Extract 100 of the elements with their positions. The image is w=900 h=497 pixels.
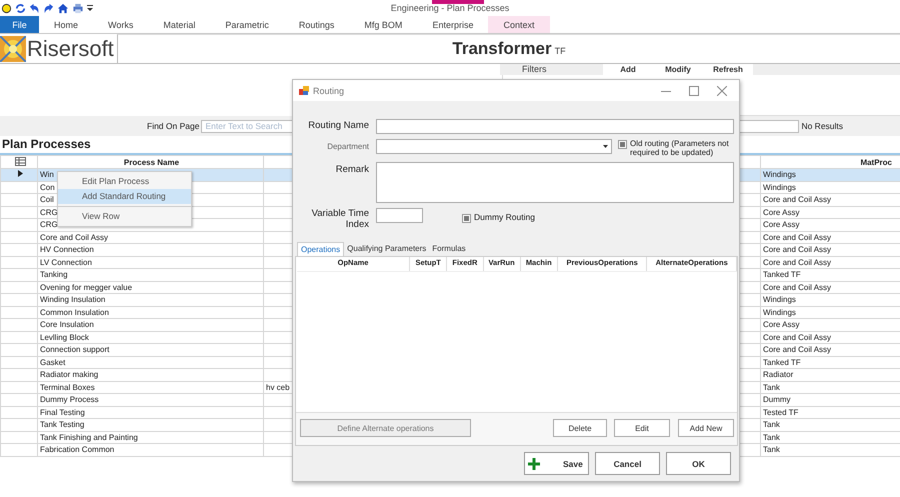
table-cell: Con (40, 182, 55, 192)
table-cell: CRG (40, 208, 58, 217)
column-chooser-header[interactable] (0, 156, 38, 168)
table-cell: Tank Finishing and Painting (40, 432, 138, 442)
dialog-button[interactable]: OK (666, 452, 731, 475)
table-cell: Core and Coil Assy (40, 232, 108, 242)
ribbon-tab[interactable]: Routings (284, 16, 350, 33)
table-cell: LV Connection (40, 258, 92, 267)
filter-action[interactable]: Modify (653, 64, 703, 75)
table-cell: Core Insulation (40, 320, 94, 330)
table-cell: CRG (40, 220, 58, 230)
action-button[interactable]: Delete (553, 419, 607, 437)
ribbon-tab[interactable]: Works (93, 16, 148, 33)
close-icon[interactable] (717, 86, 727, 96)
ribbon-tab[interactable]: Enterprise (417, 16, 488, 33)
tab[interactable]: Formulas (429, 242, 469, 256)
table-cell: Connection support (40, 345, 110, 354)
dialog-title: Routing (313, 86, 344, 96)
table-cell: Fabrication Common (40, 445, 114, 454)
input-field[interactable] (376, 208, 423, 223)
table-cell: Tank (763, 445, 780, 454)
table-cell: Dummy Process (40, 395, 99, 404)
table-cell: Tank Testing (40, 420, 84, 430)
table-cell: Ovening for megger value (40, 282, 132, 292)
dialog-button[interactable]: Cancel (595, 452, 660, 475)
tab[interactable]: Qualifying Parameters (344, 242, 430, 256)
table-cell: Core and Coil Assy (763, 195, 832, 204)
tab[interactable]: Operations (297, 242, 344, 256)
checkbox-label: Dummy Routing (474, 213, 535, 222)
table-cell: hv ceb (266, 382, 290, 392)
column-header[interactable]: Process Name (38, 156, 264, 168)
table-cell: Coil (40, 195, 54, 204)
ribbon-tab[interactable]: Context (488, 16, 550, 33)
table-cell: Core Assy (763, 220, 800, 230)
table-cell: Radiator making (40, 370, 98, 380)
checkbox[interactable] (462, 214, 471, 223)
save-button[interactable]: Save (524, 452, 589, 475)
table-cell: Core and Coil Assy (763, 282, 832, 292)
table-cell: Tanked TF (763, 358, 801, 367)
dropdown-field[interactable] (376, 139, 612, 154)
undo-icon[interactable] (29, 2, 40, 14)
table-cell: Core and Coil Assy (763, 332, 832, 342)
table-cell: Tank (763, 382, 780, 392)
table-cell: Winding Insulation (40, 295, 106, 304)
text-area[interactable] (376, 162, 734, 203)
window-title: Engineering - Plan Processes (390, 3, 510, 13)
brand-name: Risersoft (27, 36, 114, 62)
table-cell: Win (40, 170, 54, 180)
field-label: Department (326, 141, 369, 151)
input-field[interactable] (376, 119, 734, 134)
refresh-icon[interactable] (15, 2, 26, 14)
table-icon[interactable] (14, 156, 26, 166)
table-cell: Radiator (763, 370, 794, 380)
grid-title: Plan Processes (2, 137, 91, 151)
table-cell: Windings (763, 182, 796, 192)
action-button[interactable]: Edit (614, 419, 670, 437)
filters-label: Filters (521, 64, 548, 75)
table-cell: HV Connection (40, 245, 94, 254)
file-menu-tab[interactable]: File (0, 16, 39, 33)
field-label: Remark (334, 163, 369, 175)
checkbox[interactable] (618, 140, 627, 149)
table-cell: Levlling Block (40, 332, 89, 342)
printer-icon[interactable] (72, 2, 84, 14)
caret-icon (603, 145, 608, 148)
window-icon (299, 86, 309, 96)
ribbon-tab[interactable]: Material (148, 16, 210, 33)
caret-icon[interactable] (87, 4, 93, 12)
action-button[interactable]: Add New (678, 419, 734, 437)
menu-item[interactable]: View Row (58, 209, 191, 224)
table-cell: Core and Coil Assy (763, 245, 832, 254)
redo-icon[interactable] (43, 2, 54, 14)
find-label: Find On Page (147, 121, 200, 131)
field-label: Variable Time Index (310, 208, 369, 230)
table-cell: Core Assy (763, 320, 800, 330)
table-cell: Windings (763, 308, 796, 317)
table-cell: Dummy (763, 395, 791, 404)
logo-icon (0, 36, 26, 62)
ribbon-tab[interactable]: Mfg BOM (349, 16, 418, 33)
checkbox-label: Old routing (Parameters not required to be updated) (630, 139, 730, 157)
table-cell: Common Insulation (40, 308, 109, 317)
table-cell: Windings (763, 295, 796, 304)
table-cell: Core and Coil Assy (763, 345, 832, 354)
table-cell: Core Assy (763, 208, 800, 217)
table-cell: Core and Coil Assy (763, 232, 832, 242)
current-row-icon (18, 170, 22, 178)
ribbon-tab[interactable]: Parametric (210, 16, 284, 33)
maximize-icon[interactable] (689, 86, 699, 96)
entity-title: Transformer (452, 39, 552, 59)
home-icon[interactable] (57, 2, 69, 14)
table-cell: Tested TF (763, 408, 798, 417)
filter-action[interactable]: Refresh (703, 64, 753, 75)
result-text: No Results (801, 121, 844, 131)
field-label: Routing Name (307, 119, 369, 131)
menu-item[interactable]: Edit Plan Process (58, 174, 191, 189)
table-cell: Tanked TF (763, 270, 801, 280)
filter-action[interactable]: Add (603, 64, 653, 75)
plus-icon (528, 458, 540, 470)
column-header[interactable]: MatProc (760, 156, 900, 168)
ribbon-tab[interactable]: Home (39, 16, 94, 33)
menu-item[interactable]: Add Standard Routing (58, 189, 191, 204)
